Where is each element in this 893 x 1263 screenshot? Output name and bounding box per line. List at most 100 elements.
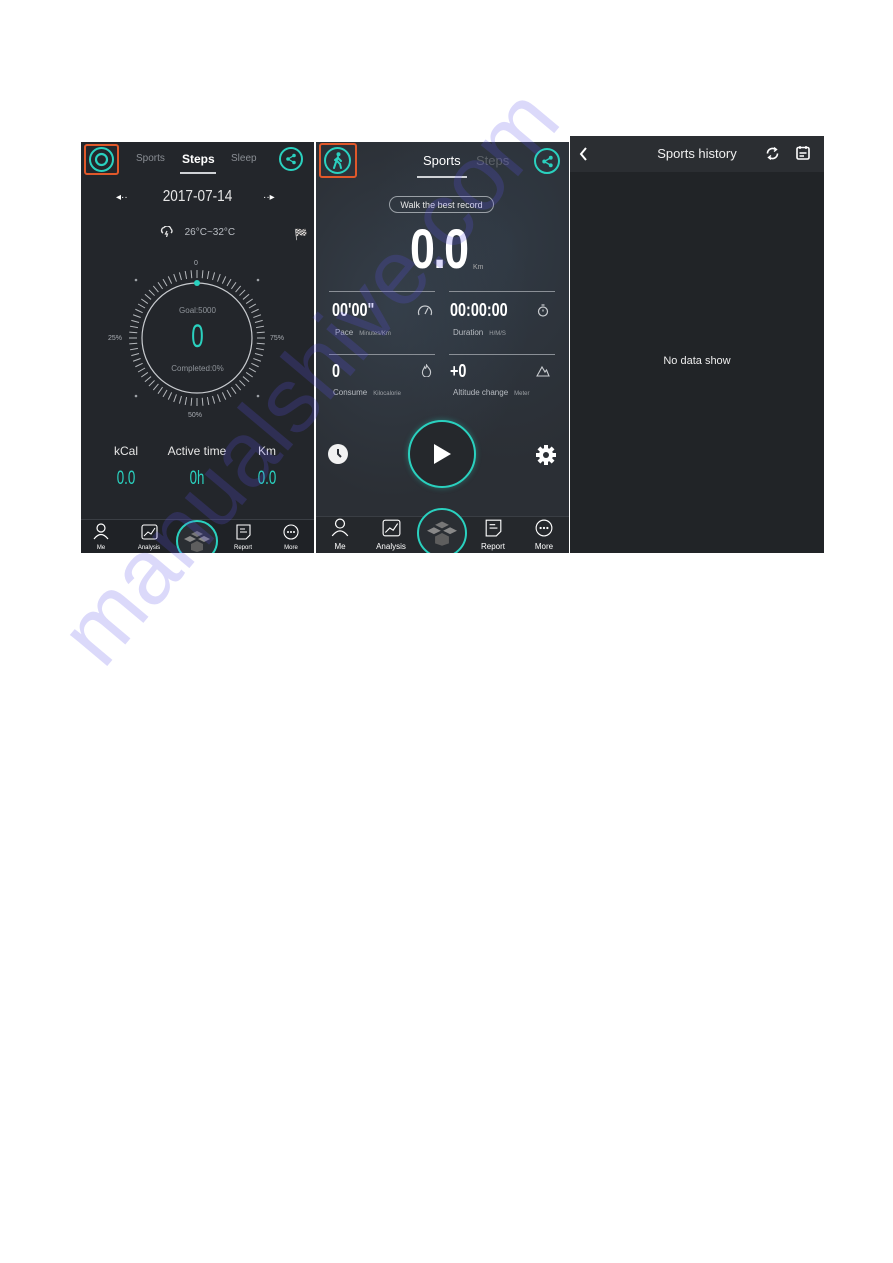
nav-analysis[interactable]: Analysis xyxy=(133,524,165,551)
nav-me[interactable]: Me xyxy=(89,523,113,551)
person-icon xyxy=(331,518,349,537)
start-button[interactable] xyxy=(408,420,476,488)
tab-steps[interactable]: Steps xyxy=(476,153,509,168)
tab-sports[interactable]: Sports xyxy=(136,153,165,164)
tab-sleep[interactable]: Sleep xyxy=(231,153,257,164)
gauge-tick xyxy=(226,389,232,398)
goal-text: Goal:5000 xyxy=(179,306,216,315)
gauge-progress-marker xyxy=(194,280,200,286)
gauge-tick xyxy=(245,298,253,304)
app-bar: Sports history xyxy=(570,136,824,172)
nav-report[interactable]: Report xyxy=(231,524,255,551)
tab-sports[interactable]: Sports xyxy=(423,153,461,168)
gauge-tick xyxy=(239,380,246,387)
nav-more[interactable]: More xyxy=(531,519,557,551)
gauge-tick xyxy=(221,276,227,284)
best-record-badge[interactable]: Walk the best record xyxy=(389,196,494,213)
gauge-label-top: 0 xyxy=(194,260,198,267)
nav-analysis-label: Analysis xyxy=(137,545,161,551)
empty-state-text: No data show xyxy=(663,355,731,367)
stat-value-km: 0.0 xyxy=(257,468,277,489)
stat-label-kcal: kCal xyxy=(113,444,138,458)
gauge-tick xyxy=(184,270,188,279)
weather: 26°C~32°C xyxy=(81,225,314,238)
share-button[interactable] xyxy=(534,148,560,174)
weather-temp: 26°C~32°C xyxy=(184,227,236,238)
gauge-tick xyxy=(184,397,188,406)
stat-label-km: Km xyxy=(258,444,276,458)
stat-label-active-time: Active time xyxy=(167,444,227,458)
gauge-tick xyxy=(178,395,182,404)
nav-me-label: Me xyxy=(334,542,346,551)
home-center-button[interactable] xyxy=(417,508,467,553)
cube-logo-icon xyxy=(184,531,210,552)
nav-more-label: More xyxy=(534,542,554,551)
share-button[interactable] xyxy=(279,147,303,171)
nav-more[interactable]: More xyxy=(279,524,303,551)
gauge-tick xyxy=(226,278,232,287)
gauge-tick xyxy=(132,358,141,362)
pace-value: 00'00" xyxy=(332,300,375,320)
chart-icon xyxy=(140,524,158,540)
nav-report[interactable]: Report xyxy=(478,519,508,551)
checkered-flag-icon[interactable]: 🏁 xyxy=(294,228,308,241)
altitude-label: Altitude change Meter xyxy=(453,388,530,397)
completed-text: Completed:0% xyxy=(171,364,224,373)
gauge-tick xyxy=(212,272,216,281)
nav-me[interactable]: Me xyxy=(328,518,352,551)
gauge-tick xyxy=(231,386,237,394)
gauge-tick xyxy=(141,372,149,378)
divider xyxy=(329,291,435,292)
tab-underline xyxy=(417,176,467,178)
report-icon xyxy=(235,524,251,540)
walking-mode-button[interactable] xyxy=(324,147,351,174)
gauge-tick xyxy=(206,270,210,279)
gauge-tick xyxy=(253,358,262,362)
divider xyxy=(329,354,435,355)
page-title: Sports history xyxy=(657,146,737,161)
gauge-tick xyxy=(217,273,221,282)
circle-target-button[interactable] xyxy=(89,147,114,172)
person-icon xyxy=(93,523,109,540)
divider xyxy=(449,354,555,355)
gauge-corner-dot xyxy=(256,278,260,282)
sports-history-screen: Sports history No data show xyxy=(570,136,824,553)
refresh-icon[interactable] xyxy=(765,146,780,161)
stat-value-active-time: 0h xyxy=(189,468,205,489)
gauge-tick xyxy=(190,397,193,406)
distance-value: 0.0 xyxy=(410,217,469,280)
report-icon xyxy=(485,519,501,537)
clock-icon xyxy=(337,449,342,458)
gauge-tick xyxy=(157,386,163,394)
gauge-tick xyxy=(201,270,204,279)
settings-button[interactable] xyxy=(535,444,557,471)
stat-value-kcal: 0.0 xyxy=(116,468,136,489)
nav-report-label: Report xyxy=(233,545,252,551)
altitude-value: +0 xyxy=(450,361,467,381)
gauge-tick xyxy=(242,293,250,300)
nav-me-label: Me xyxy=(96,545,106,551)
gauge-tick xyxy=(173,394,177,403)
gauge-tick xyxy=(221,392,227,400)
calendar-icon[interactable] xyxy=(796,145,810,160)
gauge-tick xyxy=(144,376,152,383)
gauge-tick xyxy=(152,383,159,391)
gauge-tick xyxy=(157,282,163,290)
gear-icon xyxy=(536,445,556,465)
gauge-corner-dot xyxy=(134,394,138,398)
gauge-tick xyxy=(231,282,237,290)
more-icon xyxy=(535,519,553,537)
mountain-icon xyxy=(536,365,550,380)
nav-analysis[interactable]: Analysis xyxy=(373,519,409,551)
nav-report-label: Report xyxy=(480,542,505,551)
next-day-button[interactable]: ··▸ xyxy=(263,192,275,203)
consume-label: Consume Kilocalorie xyxy=(333,388,401,397)
gauge-tick xyxy=(148,380,155,387)
history-button[interactable] xyxy=(328,444,348,464)
share-icon xyxy=(541,155,553,167)
cloud-lightning-icon xyxy=(160,225,173,238)
gauge-tick xyxy=(217,394,221,403)
gauge-corner-dot xyxy=(134,278,138,282)
duration-value: 00:00:00 xyxy=(450,300,508,320)
tab-steps[interactable]: Steps xyxy=(182,152,215,166)
